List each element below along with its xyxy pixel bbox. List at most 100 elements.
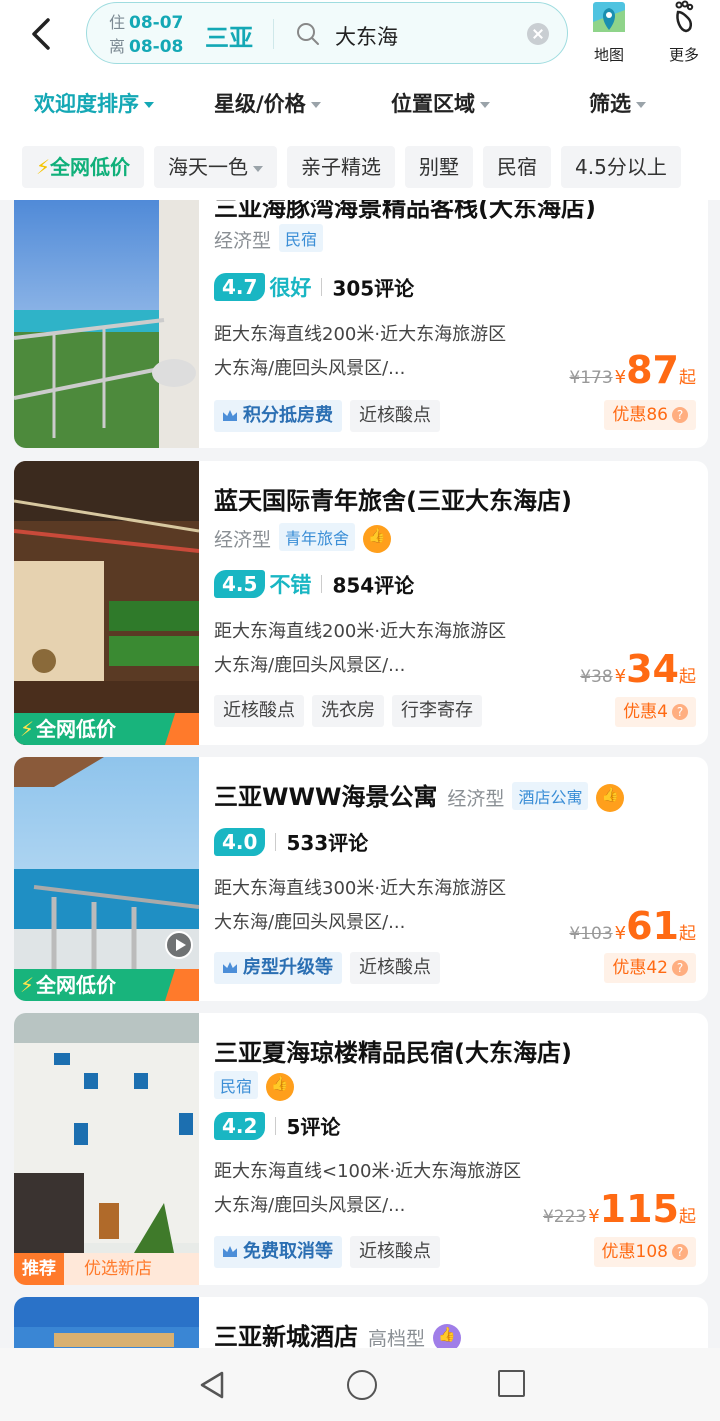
nav-back-icon[interactable]: [198, 1370, 226, 1404]
feature-tag-label: 积分抵房费: [243, 405, 333, 426]
rating-label: 不错: [269, 573, 312, 597]
play-icon[interactable]: [165, 931, 193, 959]
sort-popularity-label: 欢迎度排序: [34, 92, 139, 116]
nav-home-icon[interactable]: [347, 1370, 377, 1400]
crown-icon: [223, 962, 237, 973]
checkin-label: 住: [109, 13, 126, 32]
caret-down-icon: [636, 102, 646, 108]
hotel-card[interactable]: ⚡全网低价 三亚WWW海景公寓经济型酒店公寓 4.0 533评论 距大东海直线30…: [14, 757, 708, 1001]
sort-location[interactable]: 位置区域: [391, 88, 490, 118]
feature-tag: 近核酸点: [350, 1236, 440, 1268]
hotel-type-row: 经济型 青年旅舍: [214, 523, 392, 553]
discount-badge[interactable]: 优惠42?: [604, 953, 696, 983]
feature-tag: 房型升级等: [214, 952, 342, 984]
hotel-info: 三亚新城酒店 高档型: [214, 1297, 696, 1348]
current-price: 115: [599, 1187, 679, 1231]
rating-label: 很好: [269, 276, 312, 300]
divider: [321, 575, 323, 593]
sort-popularity[interactable]: 欢迎度排序: [34, 88, 154, 118]
category-tag: 民宿: [279, 224, 324, 252]
checkout-label: 离: [109, 37, 126, 56]
chip-sea-sky[interactable]: 海天一色: [154, 146, 278, 188]
original-price: ¥223: [542, 1207, 587, 1227]
chip-villa[interactable]: 别墅: [405, 146, 474, 188]
discount-badge[interactable]: 优惠4?: [615, 697, 696, 727]
checkout-date: 08-08: [129, 37, 184, 57]
discount-badge[interactable]: 优惠86?: [604, 400, 696, 430]
score-badge: 4.2: [214, 1111, 266, 1140]
date-selector[interactable]: 住 08-07 离 08-08: [109, 11, 183, 59]
category-tag: 酒店公寓: [512, 782, 589, 810]
hotel-photo: 推荐 优选新店: [14, 1013, 199, 1285]
divider: [321, 278, 323, 296]
map-icon: [593, 2, 625, 32]
thumbs-up-icon: [433, 1324, 462, 1348]
distance-text: 距大东海直线<100米·近大东海旅游区: [214, 1161, 522, 1182]
score-badge: 4.7: [214, 273, 266, 301]
chip-low-price[interactable]: ⚡全网低价: [22, 146, 145, 188]
chip-rating-45[interactable]: 4.5分以上: [561, 146, 681, 188]
nav-recents-icon[interactable]: [498, 1370, 525, 1397]
hotel-card[interactable]: 三亚海豚湾海景精品客栈(大东海店) 经济型 民宿 4.7 很好 305评论 距大东海直…: [14, 200, 708, 448]
hotel-name-text: 三亚WWW海景公寓: [214, 783, 438, 811]
divider: [275, 832, 277, 851]
hotel-photo: [14, 200, 199, 448]
feature-tags: 房型升级等 近核酸点: [214, 952, 448, 984]
distance-text: 距大东海直线300米·近大东海旅游区: [214, 878, 507, 899]
hotel-name: 蓝天国际青年旅舍(三亚大东海店): [214, 487, 572, 515]
rating-row: 4.2 5评论: [214, 1111, 340, 1140]
hotel-type: 经济型: [214, 230, 272, 252]
chip-label: 4.5分以上: [575, 155, 667, 179]
system-nav-bar: [0, 1348, 720, 1421]
distance-text: 距大东海直线200米·近大东海旅游区: [214, 324, 507, 345]
feature-tag: 行李寄存: [392, 695, 482, 727]
hotel-card[interactable]: 推荐优选新店 三亚夏海琼楼精品民宿(大东海店) 民宿 4.2 5评论 距大东海直线…: [14, 1013, 708, 1285]
category-tag: 青年旅舍: [279, 523, 356, 551]
bolt-icon: ⚡: [20, 717, 35, 741]
hotel-type: 高档型: [368, 1328, 426, 1348]
low-price-label: 全网低价: [36, 717, 116, 741]
badge-tail: [165, 713, 199, 745]
feature-tags: 免费取消等 近核酸点: [214, 1236, 448, 1268]
chip-family[interactable]: 亲子精选: [287, 146, 396, 188]
low-price-badge: ⚡ 全网低价: [14, 713, 199, 745]
discount-label: 优惠4: [623, 702, 668, 722]
rating-row: 4.0 533评论: [214, 827, 368, 856]
hotel-list: 三亚海豚湾海景精品客栈(大东海店) 经济型 民宿 4.7 很好 305评论 距大东海直…: [0, 200, 720, 1348]
search-bar[interactable]: 住 08-07 离 08-08 三亚 大东海: [86, 2, 568, 64]
hotel-type: 经济型: [214, 529, 272, 551]
sort-star-price[interactable]: 星级/价格: [214, 88, 321, 118]
feature-tag: 近核酸点: [214, 695, 304, 727]
caret-down-icon: [310, 102, 321, 108]
divider: [275, 1116, 277, 1135]
search-input[interactable]: 大东海: [335, 21, 398, 51]
hotel-photo: [14, 1297, 199, 1348]
city-selector[interactable]: 三亚: [205, 18, 253, 53]
original-price: ¥38: [580, 667, 613, 687]
feature-tag: 积分抵房费: [214, 400, 342, 432]
back-icon[interactable]: [22, 14, 62, 54]
hotel-type-row: 民宿: [214, 1071, 295, 1101]
hotel-name: 三亚WWW海景公寓 经济型 酒店公寓: [214, 777, 625, 812]
hotel-name: 三亚海豚湾海景精品客栈(大东海店): [214, 200, 596, 222]
hotel-type: 经济型: [447, 788, 505, 810]
area-text: 大东海/鹿回头风景区/...: [214, 358, 406, 379]
checkin-date: 08-07: [129, 13, 184, 33]
hotel-card[interactable]: ⚡全网低价 蓝天国际青年旅舍(三亚大东海店) 经济型青年旅舍 4.5不错 854评…: [14, 461, 708, 745]
hotel-name: 三亚新城酒店 高档型: [214, 1317, 462, 1348]
category-tag: 民宿: [214, 1071, 259, 1099]
sort-filter[interactable]: 筛选: [589, 88, 646, 118]
price-suffix: 起: [679, 368, 696, 388]
clear-icon[interactable]: [527, 23, 549, 45]
discount-badge[interactable]: 优惠108?: [593, 1237, 696, 1267]
hotel-card[interactable]: 三亚新城酒店 高档型: [14, 1297, 708, 1348]
price-block: ¥223 ¥115起: [543, 1187, 696, 1231]
more-label: 更多: [668, 46, 699, 64]
help-icon: ?: [672, 407, 688, 423]
footprint-icon: [675, 0, 694, 33]
map-label: 地图: [593, 46, 624, 64]
hotel-name-text: 三亚新城酒店: [214, 1323, 358, 1348]
currency: ¥: [614, 923, 627, 944]
new-store-label: 优选新店: [84, 1259, 152, 1279]
chip-homestay[interactable]: 民宿: [483, 146, 552, 188]
